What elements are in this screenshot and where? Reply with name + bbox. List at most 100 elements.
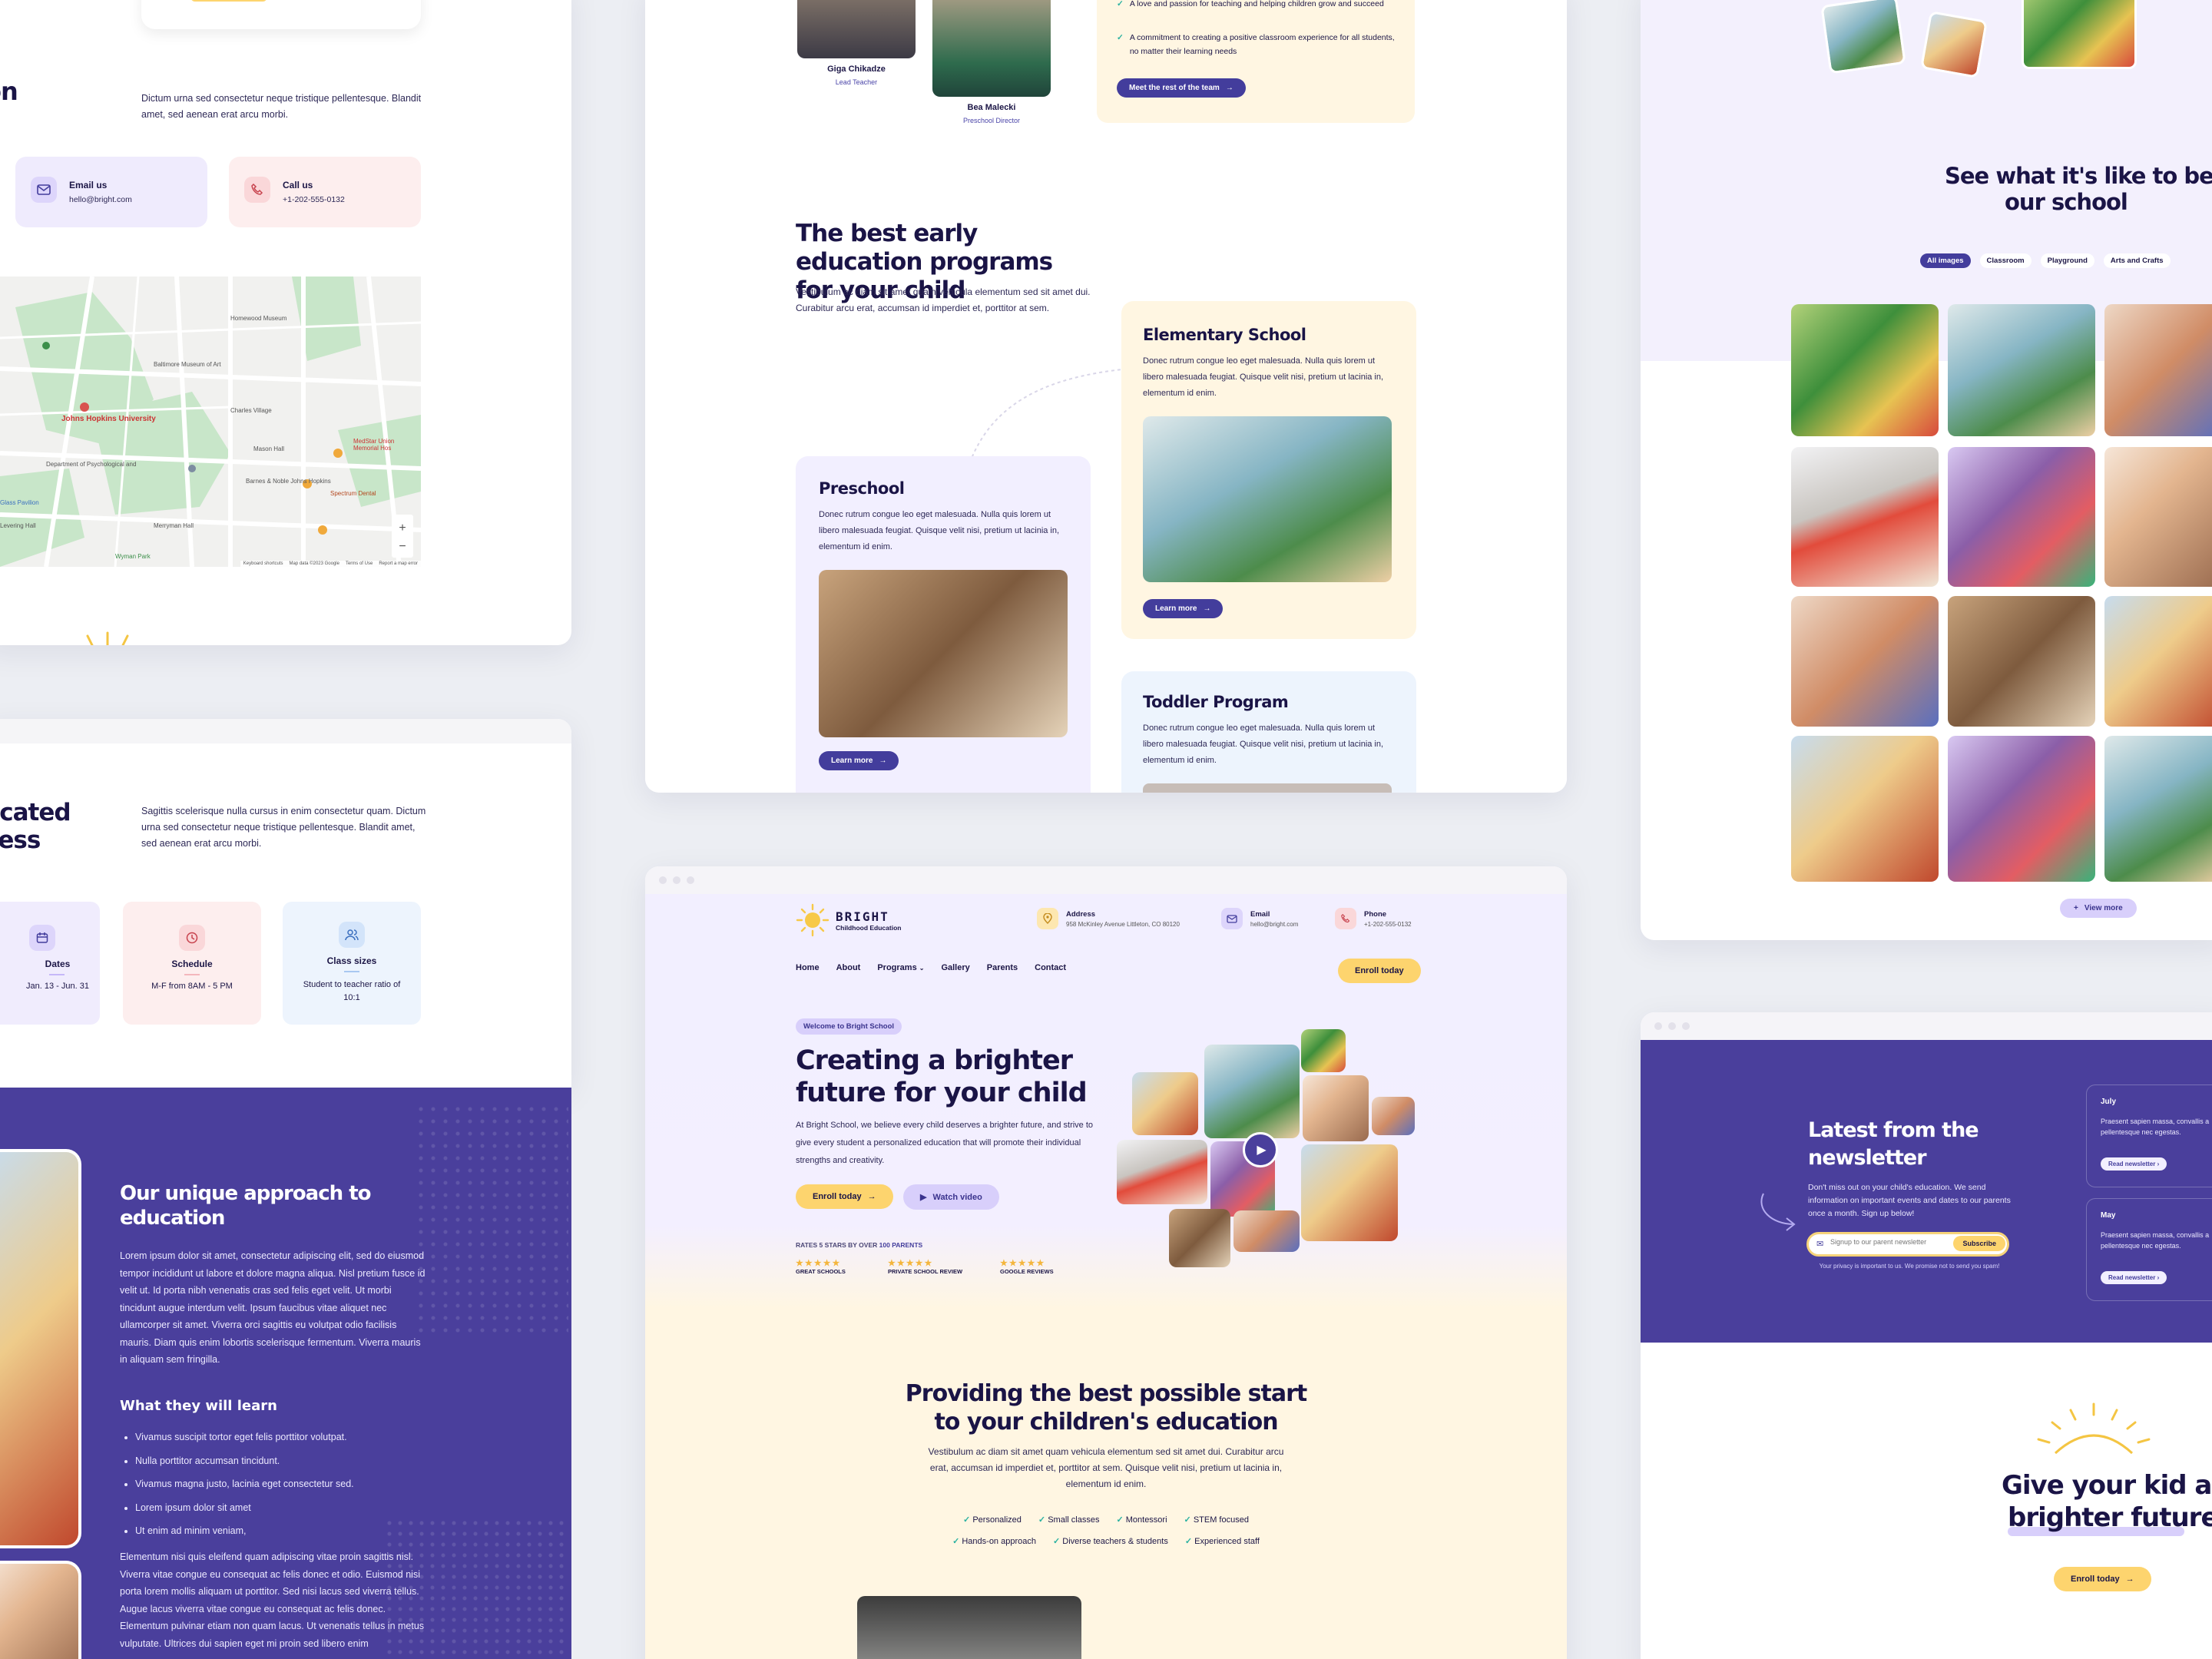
contact-panel: on Dictum urna sed consectetur neque tri… (0, 0, 571, 645)
map-label: Levering Hall (0, 522, 36, 529)
check-icon: ✓ (1117, 33, 1124, 42)
gallery-image[interactable] (2104, 596, 2212, 727)
filter-arts-crafts[interactable]: Arts and Crafts (2103, 253, 2171, 268)
approach-photo-1 (0, 1149, 81, 1548)
nav-home[interactable]: Home (796, 963, 820, 972)
svg-text:+: + (399, 522, 406, 535)
gallery-filters: All images Classroom Playground Arts and… (1920, 253, 2171, 268)
programs-panel: Giga Chikadze Lead Teacher Bea Malecki P… (645, 0, 1567, 793)
nav-about[interactable]: About (836, 963, 861, 972)
header-contact-label: Address (1066, 909, 1096, 919)
header-contact-value: hello@bright.com (1250, 920, 1299, 928)
dates-value: Jan. 13 - Jun. 31 (26, 982, 89, 991)
chevron-right-icon: › (2157, 1274, 2160, 1281)
header-contact-address[interactable]: Address 958 McKinley Avenue Littleton, CO… (1037, 908, 1180, 929)
email-card[interactable]: Email us hello@bright.com (15, 157, 207, 227)
hero-photo (1169, 1209, 1230, 1267)
learn-more-button[interactable]: Learn more → (1143, 599, 1224, 618)
map-label: Spectrum Dental (330, 490, 376, 497)
map-footer-item: Map data ©2023 Google (289, 561, 339, 566)
map-footer-item[interactable]: Report a map error (379, 561, 418, 566)
newsletter-email-input[interactable] (1830, 1238, 1953, 1246)
nav-parents[interactable]: Parents (987, 963, 1018, 972)
gallery-image[interactable] (1948, 447, 2095, 587)
map-label: Mason Hall (253, 445, 285, 452)
approach-body-2: Elementum nisi quis eleifend quam adipis… (120, 1551, 425, 1649)
schedule-label: Schedule (171, 959, 213, 969)
hero-photo (1132, 1072, 1198, 1135)
team-points-card: ✓ A love and passion for teaching and hel… (1097, 0, 1415, 123)
cta-enroll-button[interactable]: Enroll today → (2054, 1567, 2151, 1591)
gallery-image[interactable] (1948, 736, 2095, 882)
gallery-image[interactable] (1791, 596, 1939, 727)
review-source: ★★★★★ GOOGLE REVIEWS (1000, 1259, 1054, 1275)
nav-programs[interactable]: Programs ⌄ (877, 963, 924, 972)
check-icon: ✓ (1184, 1515, 1191, 1525)
stars-icon: ★★★★★ (1000, 1259, 1046, 1268)
logo[interactable]: BRIGHT Childhood Education (796, 903, 901, 937)
map-footer-item[interactable]: Terms of Use (346, 561, 373, 566)
meet-team-button[interactable]: Meet the rest of the team → (1117, 78, 1246, 98)
filter-classroom[interactable]: Classroom (1979, 253, 2032, 268)
gallery-image[interactable] (1791, 736, 1939, 882)
nav-contact[interactable]: Contact (1035, 963, 1066, 972)
newsletter-section: Latest from the newsletter Don't miss ou… (1641, 1040, 2212, 1343)
sun-logo-icon (796, 903, 830, 937)
gallery-image[interactable] (1948, 596, 2095, 727)
team-point: ✓ A commitment to creating a positive cla… (1117, 31, 1401, 58)
check-icon: ✓ (963, 1515, 971, 1525)
map[interactable]: + − Johns Hopkins University Homewood Mu… (0, 276, 421, 567)
learn-title: What they will learn (120, 1398, 277, 1414)
envelope-icon (31, 177, 57, 203)
cta-title-line2: brighter future (2008, 1502, 2212, 1533)
hero-play-button[interactable]: ▶ (1243, 1132, 1278, 1167)
gallery-image[interactable] (2104, 736, 2212, 882)
gallery-image[interactable] (2104, 304, 2212, 436)
main-nav: Home About Programs ⌄ Gallery Parents Co… (796, 963, 1066, 972)
filter-playground[interactable]: Playground (2040, 253, 2094, 268)
dates-card: Dates Jan. 13 - Jun. 31 (0, 902, 100, 1025)
start-photo (857, 1596, 1081, 1659)
program-card-elementary: Elementary School Donec rutrum congue le… (1121, 301, 1416, 639)
feature-item: ✓ Montessori (1116, 1515, 1167, 1525)
rating-line: RATES 5 STARS BY OVER 100 PARENTS (796, 1241, 923, 1249)
hero-section (645, 894, 1567, 1309)
arrow-right-icon: → (879, 757, 887, 765)
header-contact-email[interactable]: Email hello@bright.com (1221, 908, 1298, 929)
map-label: Department of Psychological and (46, 461, 137, 468)
sun-icon (86, 631, 129, 645)
nav-gallery[interactable]: Gallery (941, 963, 969, 972)
gallery-image[interactable] (2104, 447, 2212, 587)
header-contact-phone[interactable]: Phone +1-202-555-0132 (1335, 908, 1412, 929)
read-newsletter-button[interactable]: Read newsletter › (2101, 1157, 2167, 1171)
read-newsletter-button[interactable]: Read newsletter › (2101, 1271, 2167, 1284)
gallery-title-line1: See what it's like to be pa (1945, 163, 2212, 189)
gallery-image[interactable] (1791, 304, 1939, 436)
phone-icon (244, 177, 270, 203)
list-item: Lorem ipsum dolor sit amet (135, 1496, 427, 1520)
filter-all-images[interactable]: All images (1920, 253, 1971, 268)
learn-more-button[interactable]: Learn more → (819, 751, 899, 770)
svg-text:−: − (399, 540, 406, 553)
gallery-image[interactable] (1791, 447, 1939, 587)
header-enroll-button[interactable]: Enroll today (1338, 959, 1421, 983)
gallery-floating-photo (1919, 10, 1988, 79)
hero-enroll-button[interactable]: Enroll today → (796, 1184, 893, 1209)
call-card[interactable]: Call us +1-202-555-0132 (229, 157, 421, 227)
map-footer-item[interactable]: Keyboard shortcuts (243, 561, 283, 566)
home-panel: BRIGHT Childhood Education Address 958 Mc… (645, 866, 1567, 1659)
view-more-button[interactable]: + View more (2060, 899, 2137, 918)
program-title: Elementary School (1143, 326, 1306, 344)
call-value: +1-202-555-0132 (283, 195, 345, 204)
map-label: Charles Village (230, 407, 272, 414)
browser-bar (645, 866, 1567, 894)
subscribe-button[interactable]: Subscribe (1953, 1236, 2005, 1251)
hero-photo (1301, 1144, 1398, 1241)
watch-video-button[interactable]: ▶ Watch video (903, 1184, 999, 1210)
newsletter-post: July Praesent sapien massa, convallis a … (2086, 1084, 2212, 1187)
users-icon (339, 922, 365, 948)
stars-icon: ★★★★★ (888, 1259, 934, 1268)
gallery-image[interactable] (1948, 304, 2095, 436)
list-item: Vivamus suscipit tortor eget felis portt… (135, 1426, 427, 1449)
hero-photo (1117, 1140, 1207, 1204)
